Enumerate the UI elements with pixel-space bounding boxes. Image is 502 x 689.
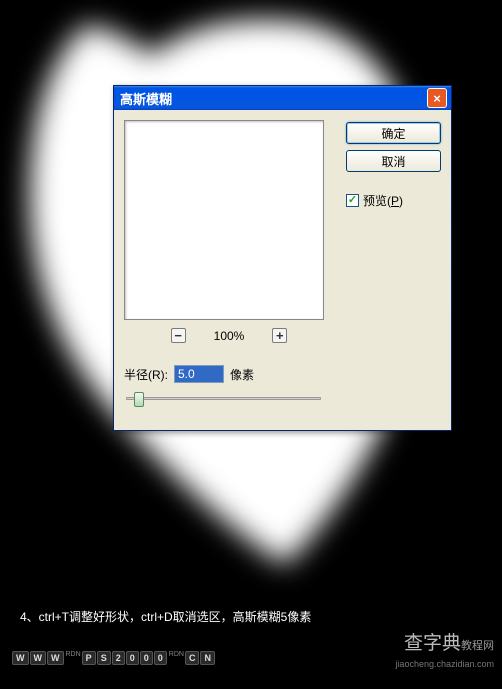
badge-sub: RDN (169, 651, 184, 665)
dialog-title: 高斯模糊 (120, 89, 172, 108)
badge-char: P (82, 651, 96, 665)
preview-label[interactable]: 预览(P) (363, 192, 403, 209)
zoom-level: 100% (214, 329, 245, 343)
slider-thumb[interactable] (134, 392, 144, 407)
close-icon: × (433, 92, 441, 105)
plus-icon: + (276, 329, 284, 342)
radius-slider[interactable] (126, 389, 321, 409)
radius-label: 半径(R): (124, 366, 168, 383)
badge-char: W (47, 651, 64, 665)
watermark-main-b: 教程网 (461, 640, 494, 652)
preview-area[interactable] (124, 120, 324, 320)
preview-checkbox-row: ✓ 预览(P) (346, 192, 441, 209)
watermark-url: jiaocheng.chazidian.com (395, 659, 494, 669)
dialog-body: − 100% + 半径(R): 像素 确定 取消 (114, 110, 451, 419)
title-bar[interactable]: 高斯模糊 × (114, 86, 451, 110)
radius-input[interactable] (174, 365, 224, 383)
badge-sub: RDN (66, 651, 81, 665)
preview-checkbox[interactable]: ✓ (346, 194, 359, 207)
badge-char: 0 (140, 651, 153, 665)
step-instruction: 4、ctrl+T调整好形状，ctrl+D取消选区，高斯模糊5像素 (20, 608, 311, 625)
badge-char: N (200, 651, 215, 665)
left-panel: − 100% + 半径(R): 像素 (124, 120, 334, 409)
zoom-in-button[interactable]: + (272, 328, 287, 343)
badge-char: W (12, 651, 29, 665)
watermark-main-a: 查字典 (404, 633, 461, 654)
zoom-controls: − 100% + (124, 328, 334, 343)
gaussian-blur-dialog: 高斯模糊 × − 100% + 半径(R): 像素 (113, 85, 452, 431)
check-icon: ✓ (348, 195, 357, 206)
close-button[interactable]: × (427, 88, 447, 108)
cancel-button[interactable]: 取消 (346, 150, 441, 172)
radius-row: 半径(R): 像素 (124, 365, 334, 383)
site-badge: W W W RDN P S 2 0 0 0 RDN C N (12, 651, 215, 665)
badge-char: W (30, 651, 47, 665)
badge-char: 0 (154, 651, 167, 665)
badge-char: C (185, 651, 200, 665)
ok-button[interactable]: 确定 (346, 122, 441, 144)
badge-char: S (97, 651, 111, 665)
zoom-out-button[interactable]: − (171, 328, 186, 343)
badge-char: 2 (112, 651, 125, 665)
badge-char: 0 (126, 651, 139, 665)
watermark: 查字典教程网 jiaocheng.chazidian.com (395, 632, 494, 671)
right-panel: 确定 取消 ✓ 预览(P) (346, 120, 441, 409)
minus-icon: − (174, 329, 182, 342)
radius-unit: 像素 (230, 366, 254, 383)
slider-rail (126, 397, 321, 400)
